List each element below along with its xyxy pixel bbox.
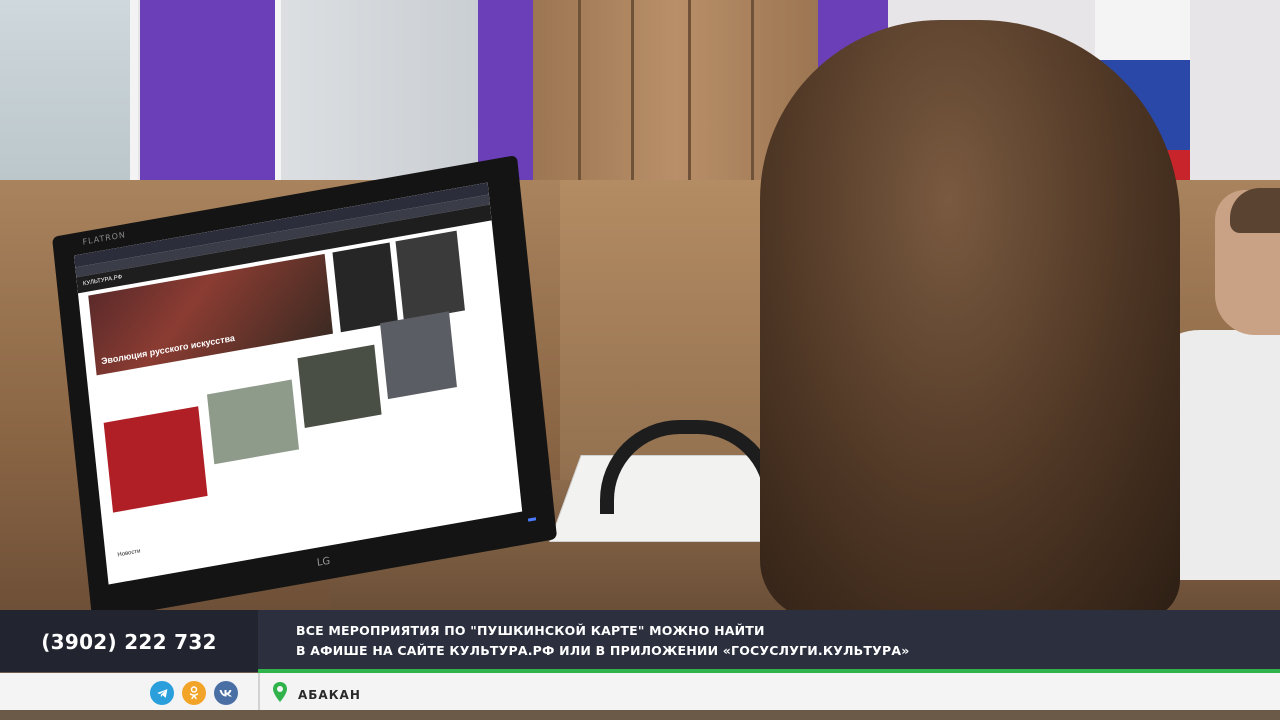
- ticker-message-line-1: ВСЕ МЕРОПРИЯТИЯ ПО "ПУШКИНСКОЙ КАРТЕ" МО…: [296, 623, 765, 638]
- monitor-brand: FLATRON: [82, 230, 127, 247]
- frame-bottom-edge: [0, 710, 1280, 720]
- ticker-message-line-2: В АФИШЕ НА САЙТЕ КУЛЬТУРА.РФ ИЛИ В ПРИЛО…: [296, 643, 910, 658]
- article-card: [206, 379, 300, 465]
- phone-block: (3902) 222 732: [0, 610, 258, 672]
- article-card: [332, 242, 398, 333]
- background-photo: FLATRON КУЛЬТУРА.РФ Эволюция русского ис…: [0, 0, 1280, 610]
- social-icons: [150, 681, 238, 705]
- monitor: FLATRON КУЛЬТУРА.РФ Эволюция русского ис…: [52, 155, 558, 610]
- ticker-message: ВСЕ МЕРОПРИЯТИЯ ПО "ПУШКИНСКОЙ КАРТЕ" МО…: [296, 621, 909, 661]
- article-card: [297, 344, 382, 429]
- separator: [258, 673, 260, 710]
- power-led: [527, 517, 537, 522]
- monitor-screen: КУЛЬТУРА.РФ Эволюция русского искусства …: [74, 182, 523, 585]
- news-label: Новости: [117, 548, 141, 559]
- location-pin-icon: [272, 681, 288, 708]
- site-logo: КУЛЬТУРА.РФ: [82, 274, 123, 288]
- article-card: [395, 230, 465, 322]
- woman-hair: [760, 20, 1180, 610]
- window: [0, 0, 138, 210]
- vk-icon: [214, 681, 238, 705]
- telegram-icon: [150, 681, 174, 705]
- odnoklassniki-icon: [182, 681, 206, 705]
- location-name: АБАКАН: [298, 687, 361, 702]
- article-card: [103, 406, 208, 513]
- phone-number: (3902) 222 732: [41, 629, 217, 654]
- location: АБАКАН: [272, 681, 361, 708]
- article-card: [380, 311, 457, 400]
- lg-logo: LG: [316, 555, 331, 569]
- news-ticker: (3902) 222 732 ВСЕ МЕРОПРИЯТИЯ ПО "ПУШКИ…: [0, 610, 1280, 672]
